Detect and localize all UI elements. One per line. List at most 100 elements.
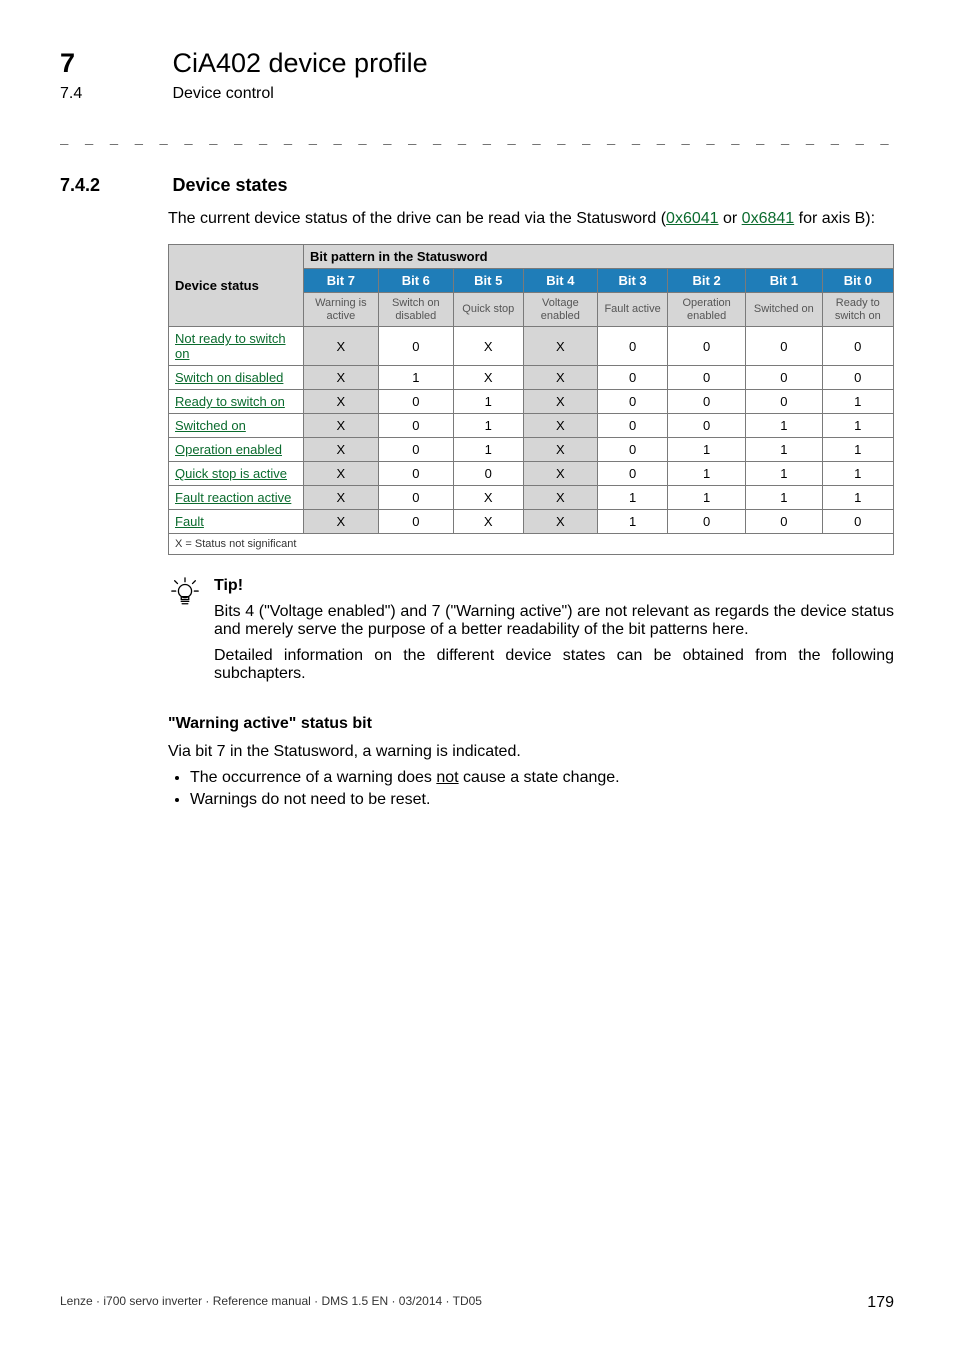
table-cell: 0 [668,390,746,414]
table-cell: 0 [746,327,822,366]
warning-bit-heading: "Warning active" status bit [168,715,894,733]
table-group-caption: Bit pattern in the Statusword [303,245,893,269]
runsub-title: Device control [172,85,273,102]
device-status-link[interactable]: Ready to switch on [175,394,285,409]
table-cell: 1 [746,462,822,486]
list-item: Warnings do not need to be reset. [190,791,894,809]
table-bit-header: Bit 0 [822,269,893,293]
tip-box: Tip! Bits 4 ("Voltage enabled") and 7 ("… [168,577,894,683]
table-cell: 1 [822,486,893,510]
warning-bit-paragraph: Via bit 7 in the Statusword, a warning i… [168,743,894,761]
table-cell: 1 [668,438,746,462]
table-cell: 1 [746,414,822,438]
page-number: 179 [867,1294,894,1312]
table-row: Fault reaction activeX0XX1111 [169,486,894,510]
table-bit-desc: Voltage enabled [523,293,597,327]
section-number: 7.4.2 [60,175,168,196]
table-cell: 0 [746,510,822,534]
table-cell: X [523,438,597,462]
table-row-label: Not ready to switch on [169,327,304,366]
table-cell: 0 [453,462,523,486]
link-0x6841[interactable]: 0x6841 [742,210,795,227]
intro-paragraph: The current device status of the drive c… [168,210,894,228]
table-row: FaultX0XX1000 [169,510,894,534]
table-cell: 0 [668,414,746,438]
table-corner-header: Device status [169,245,304,327]
section-title: Device states [172,175,287,195]
table-row: Operation enabledX01X0111 [169,438,894,462]
table-cell: 0 [746,390,822,414]
list-item: The occurrence of a warning does not cau… [190,769,894,787]
table-row-label: Switch on disabled [169,366,304,390]
table-cell: 0 [668,510,746,534]
table-cell: 0 [378,414,453,438]
table-cell: 1 [822,390,893,414]
table-cell: 0 [378,462,453,486]
table-bit-header: Bit 3 [598,269,668,293]
table-cell: 0 [822,510,893,534]
runhead-number: 7 [60,48,168,79]
table-bit-desc: Operation enabled [668,293,746,327]
table-row-label: Ready to switch on [169,390,304,414]
table-cell: 1 [746,438,822,462]
table-cell: 0 [378,510,453,534]
table-row: Switched onX01X0011 [169,414,894,438]
warning-bit-bullets: The occurrence of a warning does not cau… [168,769,894,809]
table-cell: X [303,414,378,438]
table-bit-desc: Ready to switch on [822,293,893,327]
table-row: Not ready to switch onX0XX0000 [169,327,894,366]
table-cell: 0 [378,327,453,366]
table-bit-desc: Warning is active [303,293,378,327]
runsub-number: 7.4 [60,85,168,103]
table-cell: 1 [822,462,893,486]
table-cell: 1 [746,486,822,510]
table-row: Quick stop is activeX00X0111 [169,462,894,486]
table-bit-header: Bit 6 [378,269,453,293]
table-cell: 0 [598,327,668,366]
tip-title: Tip! [214,577,894,595]
device-status-link[interactable]: Operation enabled [175,442,282,457]
table-cell: 0 [822,366,893,390]
divider-rule: _ _ _ _ _ _ _ _ _ _ _ _ _ _ _ _ _ _ _ _ … [60,129,894,145]
link-0x6041[interactable]: 0x6041 [666,210,719,227]
device-status-link[interactable]: Not ready to switch on [175,331,286,361]
table-cell: 0 [378,486,453,510]
table-bit-desc: Quick stop [453,293,523,327]
intro-text-mid: or [719,210,742,227]
table-cell: 1 [822,438,893,462]
table-row-label: Quick stop is active [169,462,304,486]
device-status-link[interactable]: Quick stop is active [175,466,287,481]
table-cell: 1 [453,390,523,414]
table-cell: X [453,510,523,534]
lightbulb-icon [168,577,202,607]
device-status-link[interactable]: Switch on disabled [175,370,283,385]
table-cell: X [303,327,378,366]
device-status-link[interactable]: Switched on [175,418,246,433]
table-cell: 0 [598,438,668,462]
device-status-link[interactable]: Fault reaction active [175,490,291,505]
table-cell: X [523,366,597,390]
table-row: Ready to switch onX01X0001 [169,390,894,414]
table-cell: X [523,510,597,534]
table-bit-desc: Switched on [746,293,822,327]
table-bit-desc: Switch on disabled [378,293,453,327]
table-cell: X [303,390,378,414]
intro-text-pre: The current device status of the drive c… [168,210,666,227]
table-cell: 1 [668,486,746,510]
table-bit-header: Bit 2 [668,269,746,293]
table-cell: X [303,462,378,486]
bullet1-post: cause a state change. [459,769,620,786]
table-cell: 0 [598,390,668,414]
page-footer: Lenze · i700 servo inverter · Reference … [60,1294,894,1312]
table-row-label: Fault [169,510,304,534]
table-cell: 0 [598,414,668,438]
table-cell: 0 [598,462,668,486]
table-cell: 1 [453,438,523,462]
footer-left: Lenze · i700 servo inverter · Reference … [60,1294,482,1312]
table-cell: X [303,510,378,534]
tip-paragraph-1: Bits 4 ("Voltage enabled") and 7 ("Warni… [214,603,894,639]
device-status-table: Device status Bit pattern in the Statusw… [168,244,894,555]
intro-text-post: for axis B): [794,210,875,227]
device-status-link[interactable]: Fault [175,514,204,529]
runhead-title: CiA402 device profile [172,48,427,78]
